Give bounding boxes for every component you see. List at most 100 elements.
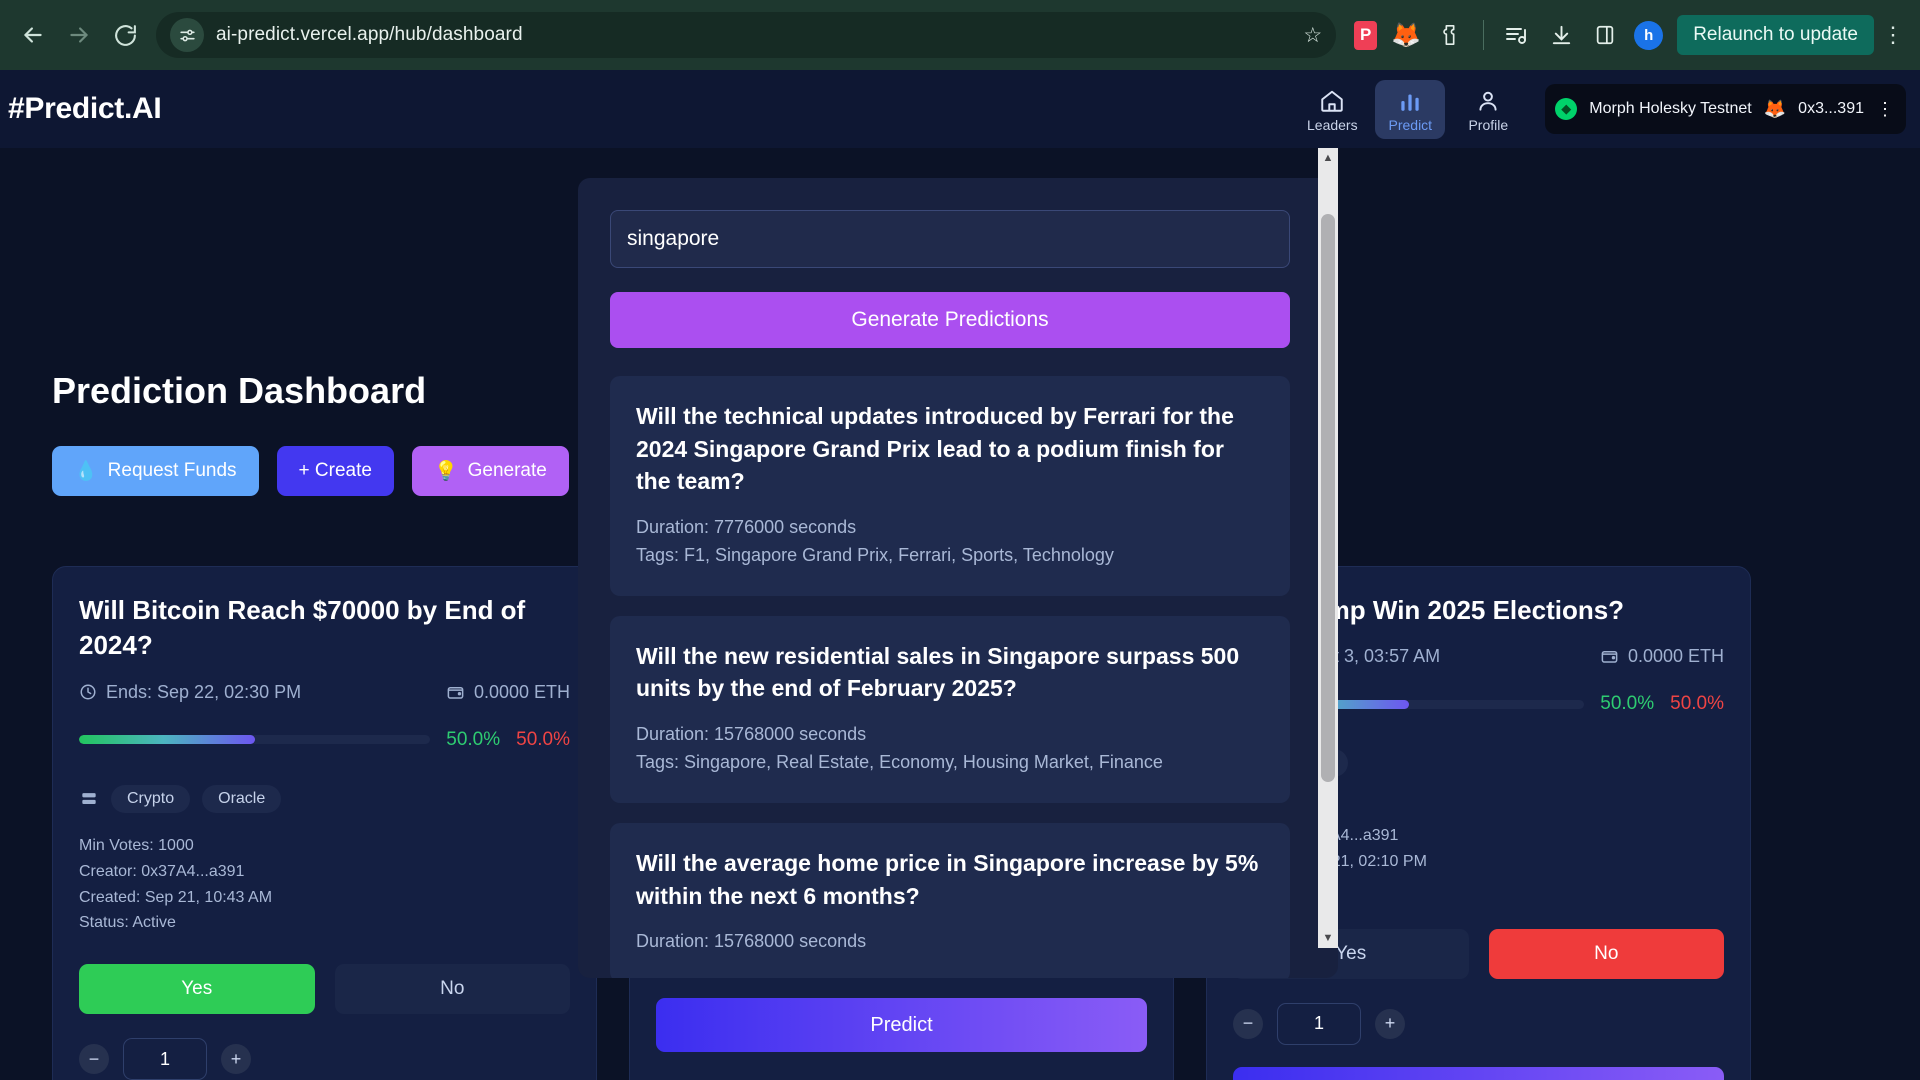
home-icon <box>1321 90 1344 112</box>
forward-button[interactable] <box>56 12 102 58</box>
pool-amount: 0.0000 ETH <box>1627 646 1724 667</box>
generate-button[interactable]: 💡 Generate <box>411 446 569 496</box>
puzzle-extension-icon[interactable] <box>1435 20 1465 50</box>
toolbar-divider <box>1483 20 1485 50</box>
address-bar[interactable]: ai-predict.vercel.app/hub/dashboard ☆ <box>156 12 1337 58</box>
app-header: #Predict.AI Leaders Predict Profile ◆ Mo… <box>0 70 1920 148</box>
predict-button[interactable]: Predict <box>1233 1066 1724 1080</box>
tags-icon <box>82 792 96 804</box>
suggestion-tags: Tags: F1, Singapore Grand Prix, Ferrari,… <box>636 544 1114 565</box>
suggestion-duration: Duration: 7776000 seconds <box>636 516 857 537</box>
predict-button[interactable]: Predict <box>656 998 1147 1052</box>
create-button[interactable]: + Create <box>276 446 394 496</box>
prediction-card[interactable]: Will Bitcoin Reach $70000 by End of 2024… <box>52 566 597 1080</box>
reload-button[interactable] <box>102 12 148 58</box>
back-button[interactable] <box>10 12 56 58</box>
quantity-input[interactable]: 1 <box>1277 1002 1361 1045</box>
page-title: Prediction Dashboard <box>52 370 427 411</box>
minus-icon[interactable]: − <box>79 1044 109 1075</box>
vote-no-button[interactable]: No <box>1488 928 1724 979</box>
browser-toolbar: ai-predict.vercel.app/hub/dashboard ☆ P … <box>0 0 1920 70</box>
site-settings-icon[interactable] <box>170 18 204 52</box>
suggestion-duration: Duration: 15768000 seconds <box>636 931 867 952</box>
relaunch-label: Relaunch to update <box>1693 24 1858 45</box>
plus-icon[interactable]: + <box>1375 1008 1405 1039</box>
request-funds-button[interactable]: 💧 Request Funds <box>52 446 259 496</box>
vote-buttons: Yes No <box>79 964 570 1015</box>
nav-tab-predict-label: Predict <box>1388 116 1433 133</box>
overlay-scrollbar[interactable]: ▲ ▼ <box>1318 148 1338 948</box>
generate-predictions-panel: singapore Generate Predictions Will the … <box>578 178 1338 978</box>
page-actions: 💧 Request Funds + Create 💡 Generate <box>52 446 569 496</box>
downloads-icon[interactable] <box>1546 20 1576 50</box>
nav-tab-predict[interactable]: Predict <box>1375 79 1446 139</box>
metamask-fox-icon: 🦊 <box>1763 98 1787 119</box>
created-stat: Created: Sep 21, 10:43 AM <box>79 888 273 906</box>
tag-chip[interactable]: Crypto <box>111 784 191 813</box>
vote-yes-button[interactable]: Yes <box>79 964 315 1015</box>
tag-chip[interactable]: Oracle <box>202 784 282 813</box>
profile-avatar[interactable]: h <box>1634 20 1664 50</box>
droplet-icon: 💧 <box>74 461 98 482</box>
main-content: Prediction Dashboard 💧 Request Funds + C… <box>0 148 1920 1080</box>
primary-nav: Leaders Predict Profile <box>1297 79 1523 139</box>
metamask-extension-icon[interactable]: 🦊 <box>1391 20 1421 50</box>
odds-bar-row: 50.0% 50.0% <box>79 729 570 751</box>
morph-logo-icon: ◆ <box>1555 98 1578 120</box>
kebab-menu-icon[interactable]: ⋮ <box>1876 22 1910 48</box>
brand-logo[interactable]: #Predict.AI <box>0 92 162 126</box>
quantity-stepper: − 1 + <box>1233 1002 1724 1045</box>
reading-list-icon[interactable] <box>1502 20 1532 50</box>
suggestion-title: Will the average home price in Singapore… <box>636 849 1259 909</box>
create-label: + Create <box>298 460 372 481</box>
topic-search-input[interactable]: singapore <box>610 210 1290 268</box>
lightbulb-icon: 💡 <box>433 461 458 482</box>
extensions-row: P 🦊 h <box>1346 20 1664 50</box>
bar-chart-icon <box>1401 94 1419 111</box>
prediction-title: Will Bitcoin Reach $70000 by End of 2024… <box>79 595 526 661</box>
pool-amount: 0.0000 ETH <box>473 681 570 702</box>
yes-percent: 50.0% <box>1600 693 1655 715</box>
yes-percent: 50.0% <box>446 728 501 750</box>
ends-label: Ends: Sep 22, 02:30 PM <box>106 681 302 702</box>
request-funds-label: Request Funds <box>107 460 237 481</box>
prediction-meta: Ends: Sep 22, 02:30 PM 0.0000 ETH <box>79 682 570 703</box>
plus-icon[interactable]: + <box>221 1044 251 1075</box>
pocket-extension-icon[interactable]: P <box>1354 20 1378 50</box>
url-text: ai-predict.vercel.app/hub/dashboard <box>216 24 523 45</box>
suggestion-title: Will the new residential sales in Singap… <box>636 642 1240 702</box>
nav-tab-profile[interactable]: Profile <box>1453 80 1523 139</box>
forward-arrow-icon <box>70 27 88 43</box>
generate-predictions-button[interactable]: Generate Predictions <box>610 292 1290 348</box>
network-name: Morph Holesky Testnet <box>1589 100 1752 117</box>
wallet-address: 0x3...391 <box>1798 100 1864 117</box>
nav-tab-leaders[interactable]: Leaders <box>1297 80 1367 139</box>
quantity-stepper: − 1 + <box>79 1038 570 1080</box>
no-percent: 50.0% <box>1670 693 1724 715</box>
suggestion-item[interactable]: Will the technical updates introduced by… <box>610 376 1290 596</box>
minus-icon[interactable]: − <box>1233 1008 1263 1039</box>
prediction-stats: Min Votes: 1000 Creator: 0x37A4...a391 C… <box>79 833 570 937</box>
suggestion-duration: Duration: 15768000 seconds <box>636 724 867 745</box>
relaunch-to-update-button[interactable]: Relaunch to update <box>1677 15 1874 55</box>
status-stat: Status: Active <box>79 914 176 932</box>
star-icon[interactable]: ☆ <box>1303 23 1322 48</box>
nav-tab-leaders-label: Leaders <box>1307 116 1358 133</box>
suggestion-tags: Tags: Singapore, Real Estate, Economy, H… <box>636 751 1163 772</box>
wallet-widget[interactable]: ◆ Morph Holesky Testnet 🦊 0x3...391 ⋮ <box>1545 84 1906 134</box>
scroll-up-arrow-icon[interactable]: ▲ <box>1318 148 1338 168</box>
quantity-input[interactable]: 1 <box>123 1038 207 1080</box>
suggestion-title: Will the technical updates introduced by… <box>636 403 1234 495</box>
suggestion-item[interactable]: Will the new residential sales in Singap… <box>610 615 1290 803</box>
vote-no-button[interactable]: No <box>334 964 570 1015</box>
side-panel-icon[interactable] <box>1590 20 1620 50</box>
suggestion-item[interactable]: Will the average home price in Singapore… <box>610 822 1290 978</box>
vertical-dots-icon[interactable]: ⋮ <box>1876 100 1894 117</box>
creator-stat: Creator: 0x37A4...a391 <box>79 862 245 880</box>
back-arrow-icon <box>24 27 42 43</box>
user-icon <box>1479 91 1497 111</box>
scrollbar-thumb[interactable] <box>1321 214 1335 782</box>
tags-row: Crypto Oracle <box>79 784 570 813</box>
odds-bar-fill <box>79 735 255 745</box>
scroll-down-arrow-icon[interactable]: ▼ <box>1318 928 1338 948</box>
